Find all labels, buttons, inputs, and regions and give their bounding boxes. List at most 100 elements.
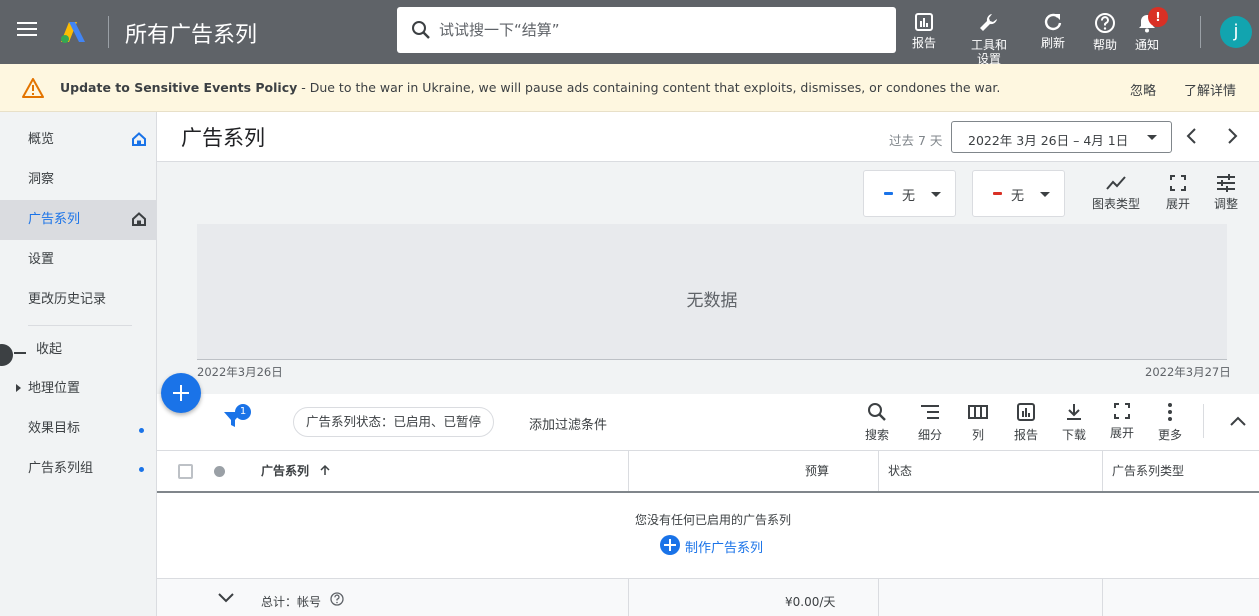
header-divider (108, 16, 109, 48)
segment-button[interactable]: 细分 (910, 402, 950, 443)
metric-1-value: 无 (902, 189, 916, 204)
page-title: 广告系列 (181, 126, 265, 150)
home-icon (132, 212, 146, 226)
notifications-label: 通知 (1135, 38, 1160, 52)
table-reports-label: 报告 (1013, 428, 1038, 442)
chevron-down-icon[interactable] (218, 593, 234, 603)
sidebar-item-settings[interactable]: 设置 (0, 240, 156, 280)
wrench-icon (980, 14, 997, 31)
date-prefix: 过去 7 天 (889, 133, 943, 148)
sidebar-collapse[interactable]: 收起 (0, 330, 156, 370)
chart-adjust-button[interactable]: 调整 (1214, 174, 1238, 212)
add-filter-button[interactable]: 添加过滤条件 (529, 414, 607, 433)
chart-type-button[interactable]: 图表类型 (1092, 174, 1140, 212)
column-divider (1102, 451, 1103, 491)
column-divider (628, 579, 629, 616)
hamburger-menu-icon[interactable] (17, 22, 37, 42)
header-divider-right (1200, 16, 1201, 48)
sidebar-nav: 概览 洞察 广告系列 设置 更改历史记录 收起 地理位置 效果目标 广告系列组 (0, 112, 157, 616)
sidebar-item-label: 设置 (28, 252, 55, 267)
total-row: 总计：帐号 ¥0.00/天 (157, 579, 1259, 616)
search-input[interactable] (439, 7, 879, 53)
sidebar-item-campaigns[interactable]: 广告系列 (0, 200, 156, 240)
previous-period-icon[interactable] (1184, 126, 1200, 146)
create-fab-button[interactable] (161, 373, 201, 413)
more-button[interactable]: 更多 (1150, 402, 1190, 443)
column-header-type[interactable]: 广告系列类型 (1112, 451, 1184, 491)
table-expand-button[interactable]: 展开 (1102, 402, 1142, 441)
campaign-header-label: 广告系列 (261, 464, 310, 478)
sidebar-item-locations[interactable]: 地理位置 (0, 369, 156, 409)
reports-button[interactable]: 报告 (912, 12, 936, 50)
collapse-label: 收起 (36, 342, 63, 357)
columns-button[interactable]: 列 (958, 402, 998, 443)
empty-message: 您没有任何已启用的广告系列 (634, 513, 791, 527)
learn-more-link[interactable]: 了解详情 (1184, 80, 1236, 99)
refresh-button[interactable]: 刷新 (1041, 12, 1065, 50)
x-axis-start-label: 2022年3月26日 (197, 365, 283, 379)
download-icon (1067, 404, 1081, 420)
warning-icon (22, 78, 44, 98)
chart-expand-button[interactable]: 展开 (1166, 174, 1190, 212)
dropdown-arrow-icon (1040, 192, 1050, 197)
refresh-label: 刷新 (1041, 36, 1066, 50)
more-label: 更多 (1157, 428, 1182, 442)
metric-selector-2[interactable]: 无 (972, 170, 1065, 217)
more-vert-icon (1168, 403, 1172, 421)
column-header-campaign[interactable]: 广告系列 (261, 451, 331, 491)
sidebar-item-change-history[interactable]: 更改历史记录 (0, 280, 156, 320)
table-toolbar: 1 广告系列状态：已启用、已暂停 添加过滤条件 搜索 细分 列 报告 下载 展开 (157, 394, 1259, 451)
dismiss-button[interactable]: 忽略 (1130, 80, 1156, 99)
sidebar-item-label: 地理位置 (28, 381, 81, 396)
sidebar-item-campaign-groups[interactable]: 广告系列组 (0, 449, 156, 489)
google-ads-logo (61, 22, 85, 43)
metric-2-swatch (993, 192, 1002, 195)
fullscreen-icon (1170, 175, 1186, 191)
column-divider (628, 451, 629, 491)
sidebar-item-label: 效果目标 (28, 421, 81, 436)
status-filter-chip[interactable]: 广告系列状态：已启用、已暂停 (293, 407, 495, 437)
tools-button[interactable]: 工具和设置 (966, 12, 1012, 66)
column-divider (878, 451, 879, 491)
sidebar-item-insights[interactable]: 洞察 (0, 160, 156, 200)
chevron-up-icon[interactable] (1229, 414, 1247, 428)
fullscreen-icon (1114, 403, 1130, 419)
column-header-budget[interactable]: 预算 (805, 451, 829, 491)
column-header-status[interactable]: 状态 (888, 451, 912, 491)
toolbar-divider (1203, 404, 1204, 438)
search-tool-button[interactable]: 搜索 (857, 402, 897, 443)
avatar[interactable]: j (1220, 16, 1252, 48)
banner-text: - Due to the war in Ukraine, we will pau… (297, 80, 1001, 95)
search-icon (412, 21, 430, 39)
new-indicator-dot (139, 428, 144, 433)
refresh-icon (1044, 13, 1062, 31)
dropdown-arrow-icon (931, 192, 941, 197)
column-divider (878, 579, 879, 616)
date-range-picker[interactable]: 2022年 3月 26日 – 4月 1日 (951, 121, 1172, 153)
banner-title: Update to Sensitive Events Policy (60, 80, 298, 95)
columns-icon (968, 405, 988, 419)
notification-badge: ! (1148, 7, 1168, 27)
metric-selector-1[interactable]: 无 (863, 170, 956, 217)
metric-2-value: 无 (1011, 189, 1025, 204)
table-reports-button[interactable]: 报告 (1006, 402, 1046, 443)
help-button[interactable]: 帮助 (1093, 12, 1117, 52)
next-period-icon[interactable] (1224, 126, 1240, 146)
home-icon (132, 132, 146, 146)
search-box[interactable] (397, 7, 896, 53)
sidebar-item-overview[interactable]: 概览 (0, 120, 156, 160)
columns-label: 列 (971, 428, 984, 442)
help-icon[interactable] (330, 592, 344, 606)
policy-banner: Update to Sensitive Events Policy - Due … (0, 64, 1259, 112)
empty-state: 您没有任何已启用的广告系列 制作广告系列 (157, 493, 1259, 579)
app-title: 所有广告系列 (125, 23, 258, 48)
column-divider (1102, 579, 1103, 616)
dropdown-arrow-icon (1147, 135, 1157, 140)
segment-icon (921, 405, 939, 419)
chart-expand-label: 展开 (1166, 197, 1191, 211)
select-all-checkbox[interactable] (178, 464, 193, 479)
download-button[interactable]: 下载 (1054, 402, 1094, 443)
status-dot-icon (214, 466, 225, 477)
total-budget: ¥0.00/天 (785, 595, 836, 609)
sidebar-item-goals[interactable]: 效果目标 (0, 409, 156, 449)
